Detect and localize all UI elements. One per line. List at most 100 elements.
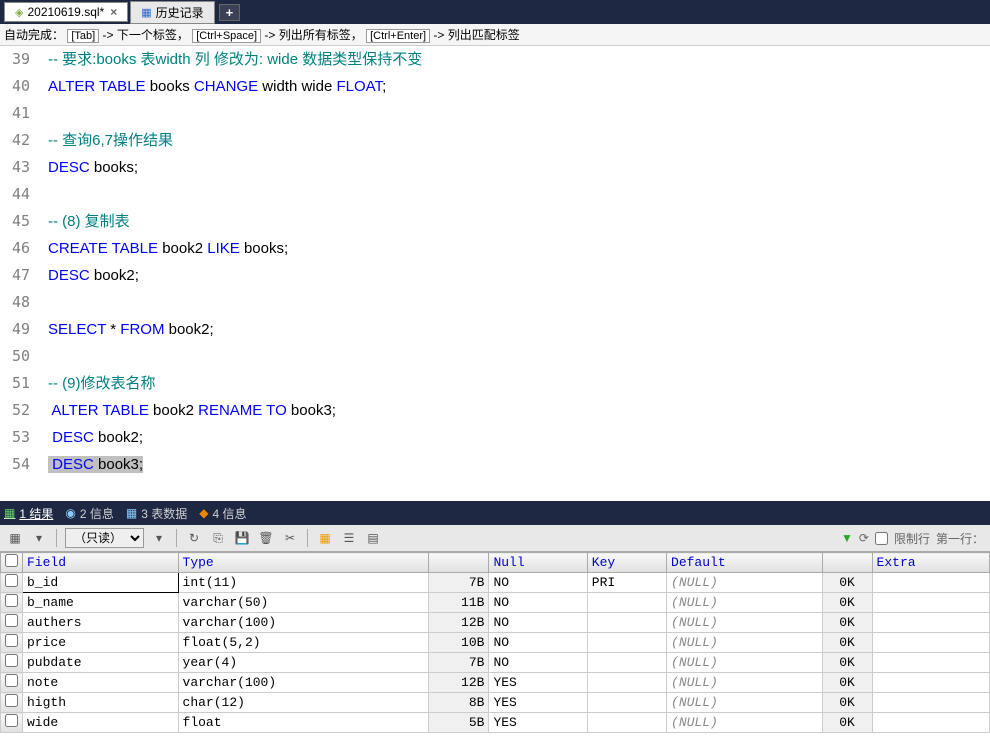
close-icon[interactable]: × <box>110 5 117 19</box>
cell[interactable]: 10B <box>429 633 489 653</box>
cell[interactable] <box>872 673 989 693</box>
dropdown-button[interactable]: ▾ <box>30 529 48 547</box>
cell[interactable] <box>587 673 666 693</box>
refresh-button[interactable]: ↻ <box>185 529 203 547</box>
cell[interactable]: varchar(100) <box>178 613 429 633</box>
text-view-button[interactable]: ▤ <box>364 529 382 547</box>
code-line[interactable] <box>48 181 990 208</box>
row-checkbox[interactable] <box>5 574 18 587</box>
cell[interactable]: (NULL) <box>667 653 823 673</box>
select-all-header[interactable] <box>1 553 23 573</box>
cell[interactable]: varchar(100) <box>178 673 429 693</box>
cell[interactable]: 11B <box>429 593 489 613</box>
cell[interactable]: note <box>23 673 179 693</box>
cell[interactable]: 0K <box>822 573 872 593</box>
code-line[interactable]: DESC book2; <box>48 262 990 289</box>
cell[interactable] <box>872 573 989 593</box>
filter-icon[interactable]: ▼ <box>841 531 853 545</box>
row-checkbox[interactable] <box>5 634 18 647</box>
table-row[interactable]: authersvarchar(100)12BNO(NULL)0K <box>1 613 990 633</box>
cell[interactable]: NO <box>489 653 587 673</box>
code-line[interactable]: -- 要求:books 表width 列 修改为: wide 数据类型保持不变 <box>48 46 990 73</box>
table-row[interactable]: notevarchar(100)12BYES(NULL)0K <box>1 673 990 693</box>
cell[interactable]: float(5,2) <box>178 633 429 653</box>
column-header[interactable]: Key <box>587 553 666 573</box>
column-header[interactable]: Field <box>23 553 179 573</box>
table-row[interactable]: widefloat5BYES(NULL)0K <box>1 713 990 733</box>
cell[interactable]: YES <box>489 713 587 733</box>
cell[interactable]: YES <box>489 693 587 713</box>
cell[interactable]: (NULL) <box>667 593 823 613</box>
cell[interactable]: 7B <box>429 573 489 593</box>
result-grid[interactable]: FieldTypeNullKeyDefaultExtra b_idint(11)… <box>0 552 990 733</box>
code-line[interactable] <box>48 100 990 127</box>
cell[interactable] <box>587 693 666 713</box>
cell[interactable]: NO <box>489 633 587 653</box>
cell[interactable]: 0K <box>822 633 872 653</box>
cell[interactable]: 0K <box>822 653 872 673</box>
tab-sql-file[interactable]: ◈ 20210619.sql* × <box>4 2 128 22</box>
cell[interactable]: 0K <box>822 593 872 613</box>
cell[interactable]: varchar(50) <box>178 593 429 613</box>
panel-tab-result[interactable]: ▦ 1 结果 <box>4 505 53 522</box>
cell[interactable]: (NULL) <box>667 573 823 593</box>
code-line[interactable]: DESC book2; <box>48 424 990 451</box>
code-line[interactable]: -- 查询6,7操作结果 <box>48 127 990 154</box>
limit-rows-checkbox[interactable] <box>875 532 888 545</box>
cell[interactable]: year(4) <box>178 653 429 673</box>
table-row[interactable]: pubdateyear(4)7BNO(NULL)0K <box>1 653 990 673</box>
panel-tab-info2[interactable]: ◆ 4 信息 <box>199 505 246 522</box>
cell[interactable]: pubdate <box>23 653 179 673</box>
panel-tab-tabledata[interactable]: ▦ 3 表数据 <box>126 505 187 522</box>
form-view-button[interactable]: ☰ <box>340 529 358 547</box>
cell[interactable]: b_name <box>23 593 179 613</box>
table-row[interactable]: b_idint(11)7BNOPRI(NULL)0K <box>1 573 990 593</box>
cell[interactable]: (NULL) <box>667 633 823 653</box>
panel-tab-info[interactable]: ◉ 2 信息 <box>65 505 114 522</box>
table-row[interactable]: higthchar(12)8BYES(NULL)0K <box>1 693 990 713</box>
refresh-icon[interactable]: ⟳ <box>859 531 869 545</box>
code-line[interactable]: ALTER TABLE book2 RENAME TO book3; <box>48 397 990 424</box>
export-button[interactable]: ▦ <box>6 529 24 547</box>
grid-view-button[interactable]: ▦ <box>316 529 334 547</box>
column-header[interactable]: Default <box>667 553 823 573</box>
code-line[interactable] <box>48 343 990 370</box>
table-row[interactable]: b_namevarchar(50)11BNO (NULL)0K <box>1 593 990 613</box>
cell[interactable]: (NULL) <box>667 713 823 733</box>
code-line[interactable]: -- (9)修改表名称 <box>48 370 990 397</box>
cell[interactable]: 12B <box>429 673 489 693</box>
code-line[interactable]: DESC books; <box>48 154 990 181</box>
column-header[interactable] <box>822 553 872 573</box>
code-line[interactable]: CREATE TABLE book2 LIKE books; <box>48 235 990 262</box>
delete-button[interactable]: 🗑 <box>257 529 275 547</box>
cell[interactable]: 0K <box>822 693 872 713</box>
column-header[interactable]: Null <box>489 553 587 573</box>
code-line[interactable]: SELECT * FROM book2; <box>48 316 990 343</box>
copy-button[interactable]: ⎘ <box>209 529 227 547</box>
cell[interactable]: PRI <box>587 573 666 593</box>
cell[interactable]: higth <box>23 693 179 713</box>
column-header[interactable] <box>429 553 489 573</box>
row-checkbox[interactable] <box>5 614 18 627</box>
cut-button[interactable]: ✂ <box>281 529 299 547</box>
sql-editor[interactable]: 39404142434445464748495051525354 -- 要求:b… <box>0 46 990 501</box>
code-line[interactable]: -- (8) 复制表 <box>48 208 990 235</box>
dropdown-button[interactable]: ▾ <box>150 529 168 547</box>
cell[interactable]: price <box>23 633 179 653</box>
cell[interactable]: authers <box>23 613 179 633</box>
cell[interactable]: NO <box>489 593 587 613</box>
cell[interactable]: int(11) <box>178 573 429 593</box>
cell[interactable] <box>872 713 989 733</box>
save-button[interactable]: 💾 <box>233 529 251 547</box>
cell[interactable]: 0K <box>822 613 872 633</box>
code-line[interactable]: ALTER TABLE books CHANGE width wide FLOA… <box>48 73 990 100</box>
table-row[interactable]: pricefloat(5,2)10BNO (NULL)0K <box>1 633 990 653</box>
row-checkbox[interactable] <box>5 674 18 687</box>
cell[interactable] <box>587 633 666 653</box>
code-content[interactable]: -- 要求:books 表width 列 修改为: wide 数据类型保持不变A… <box>38 46 990 501</box>
cell[interactable]: char(12) <box>178 693 429 713</box>
code-line[interactable]: DESC book3; <box>48 451 990 478</box>
cell[interactable]: YES <box>489 673 587 693</box>
cell[interactable] <box>872 693 989 713</box>
code-line[interactable] <box>48 289 990 316</box>
